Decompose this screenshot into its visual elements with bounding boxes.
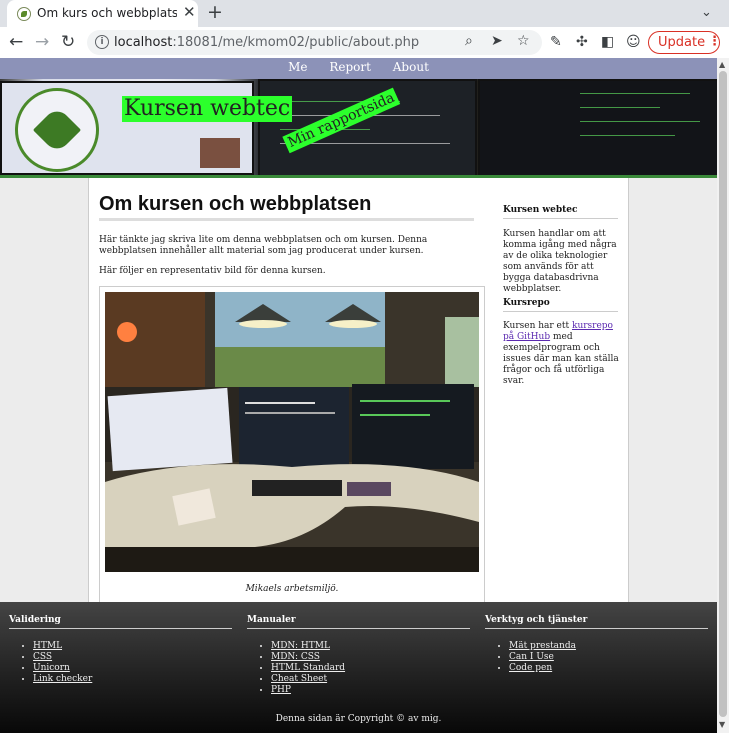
sidebar-repo-text: Kursen har ett kursrepo på GitHub med ex… <box>503 321 619 386</box>
footer-link-code-pen[interactable]: Code pen <box>509 663 552 673</box>
page-viewport: Me Report About Kursen webtec Min rappor… <box>0 58 717 733</box>
nav-link-about[interactable]: About <box>393 60 429 74</box>
image-intro-paragraph: Här följer en representativ bild för den… <box>99 266 326 276</box>
back-arrow-icon[interactable]: ← <box>9 32 23 52</box>
scroll-thumb[interactable] <box>719 71 727 717</box>
page-title: Om kursen och webbplatsen <box>99 193 474 221</box>
url-text[interactable]: localhost:18081/me/kmom02/public/about.p… <box>114 35 419 50</box>
workspace-photo <box>105 292 479 572</box>
header-photo-screen-right <box>478 79 717 175</box>
footer-col-validation: Validering HTML CSS Unicorn Link checker <box>9 615 232 685</box>
header-photo-screen-middle <box>258 79 477 175</box>
copyright: Denna sidan är Copyright © av mig. <box>275 714 442 724</box>
bth-favicon-icon <box>17 7 31 21</box>
footer-link-unicorn[interactable]: Unicorn <box>33 663 70 673</box>
extension-eyedropper-icon[interactable]: ✎ <box>550 34 562 50</box>
tab-bar: Om kurs och webbplatsen ✕ + ⌄ <box>0 0 729 27</box>
new-tab-icon[interactable]: + <box>207 1 223 23</box>
footer-link-html[interactable]: HTML <box>33 641 62 651</box>
bookmark-star-icon[interactable]: ☆ <box>517 33 530 49</box>
bth-logo <box>15 88 99 172</box>
figure: Mikaels arbetsmiljö. <box>99 286 485 604</box>
sidebar: Kursen webtec Kursen handlar om att komm… <box>494 178 629 602</box>
footer-link-php[interactable]: PHP <box>271 685 291 695</box>
footer-link-link-checker[interactable]: Link checker <box>33 674 92 684</box>
active-tab[interactable]: Om kurs och webbplatsen ✕ <box>7 0 198 27</box>
site-header: Kursen webtec Min rapportsida <box>0 79 717 178</box>
close-tab-icon[interactable]: ✕ <box>183 3 196 21</box>
reload-icon[interactable]: ↻ <box>61 32 75 52</box>
tab-title: Om kurs och webbplatsen <box>37 6 177 20</box>
footer-link-html-standard[interactable]: HTML Standard <box>271 663 345 673</box>
profile-avatar-icon[interactable]: ☺ <box>626 34 641 50</box>
nav-link-me[interactable]: Me <box>288 60 307 74</box>
footer-link-cheat-sheet[interactable]: Cheat Sheet <box>271 674 327 684</box>
scroll-down-icon[interactable]: ▼ <box>719 720 725 729</box>
address-bar[interactable]: i localhost:18081/me/kmom02/public/about… <box>87 30 542 55</box>
sidebar-course-text: Kursen handlar om att komma igång med nå… <box>503 229 617 294</box>
intro-paragraph: Här tänkte jag skriva lite om denna webb… <box>99 235 428 256</box>
page-scrollbar[interactable]: ▲ ▼ <box>717 58 729 733</box>
footer-col-manuals: Manualer MDN: HTML MDN: CSS HTML Standar… <box>247 615 470 696</box>
zoom-search-icon[interactable]: ⌕ <box>465 33 473 49</box>
tab-search-chevron-icon[interactable]: ⌄ <box>701 5 712 20</box>
bth-leaf-icon <box>32 105 82 155</box>
send-to-devices-icon[interactable]: ➤ <box>491 33 503 49</box>
main-content: Om kursen och webbplatsen Här tänkte jag… <box>88 178 495 604</box>
footer-heading-manuals: Manualer <box>247 615 470 629</box>
footer-heading-validation: Validering <box>9 615 232 629</box>
nav-link-report[interactable]: Report <box>329 60 371 74</box>
workspace-photo-svg <box>105 292 479 572</box>
site-title: Kursen webtec <box>122 96 293 122</box>
update-button[interactable]: Update ⋮ <box>648 31 721 54</box>
footer-link-can-i-use[interactable]: Can I Use <box>509 652 554 662</box>
site-navbar: Me Report About <box>0 58 717 79</box>
browser-toolbar: ← → ↻ i localhost:18081/me/kmom02/public… <box>0 27 729 58</box>
scroll-up-icon[interactable]: ▲ <box>719 60 725 69</box>
site-info-icon[interactable]: i <box>95 35 109 49</box>
figure-caption: Mikaels arbetsmiljö. <box>245 584 339 594</box>
footer-link-measure-performance[interactable]: Mät prestanda <box>509 641 576 651</box>
sidebar-heading-course: Kursen webtec <box>503 205 618 219</box>
sidebar-heading-repo: Kursrepo <box>503 298 618 312</box>
footer-heading-tools: Verktyg och tjänster <box>485 615 708 629</box>
footer-col-tools: Verktyg och tjänster Mät prestanda Can I… <box>485 615 708 674</box>
footer-link-css[interactable]: CSS <box>33 652 52 662</box>
forward-arrow-icon[interactable]: → <box>35 32 49 52</box>
side-panel-icon[interactable]: ◧ <box>601 34 614 50</box>
extensions-puzzle-icon[interactable]: ✣ <box>576 34 588 50</box>
site-footer: Validering HTML CSS Unicorn Link checker… <box>0 602 717 733</box>
footer-link-mdn-css[interactable]: MDN: CSS <box>271 652 320 662</box>
footer-link-mdn-html[interactable]: MDN: HTML <box>271 641 330 651</box>
more-menu-icon[interactable]: ⋮ <box>708 34 721 49</box>
